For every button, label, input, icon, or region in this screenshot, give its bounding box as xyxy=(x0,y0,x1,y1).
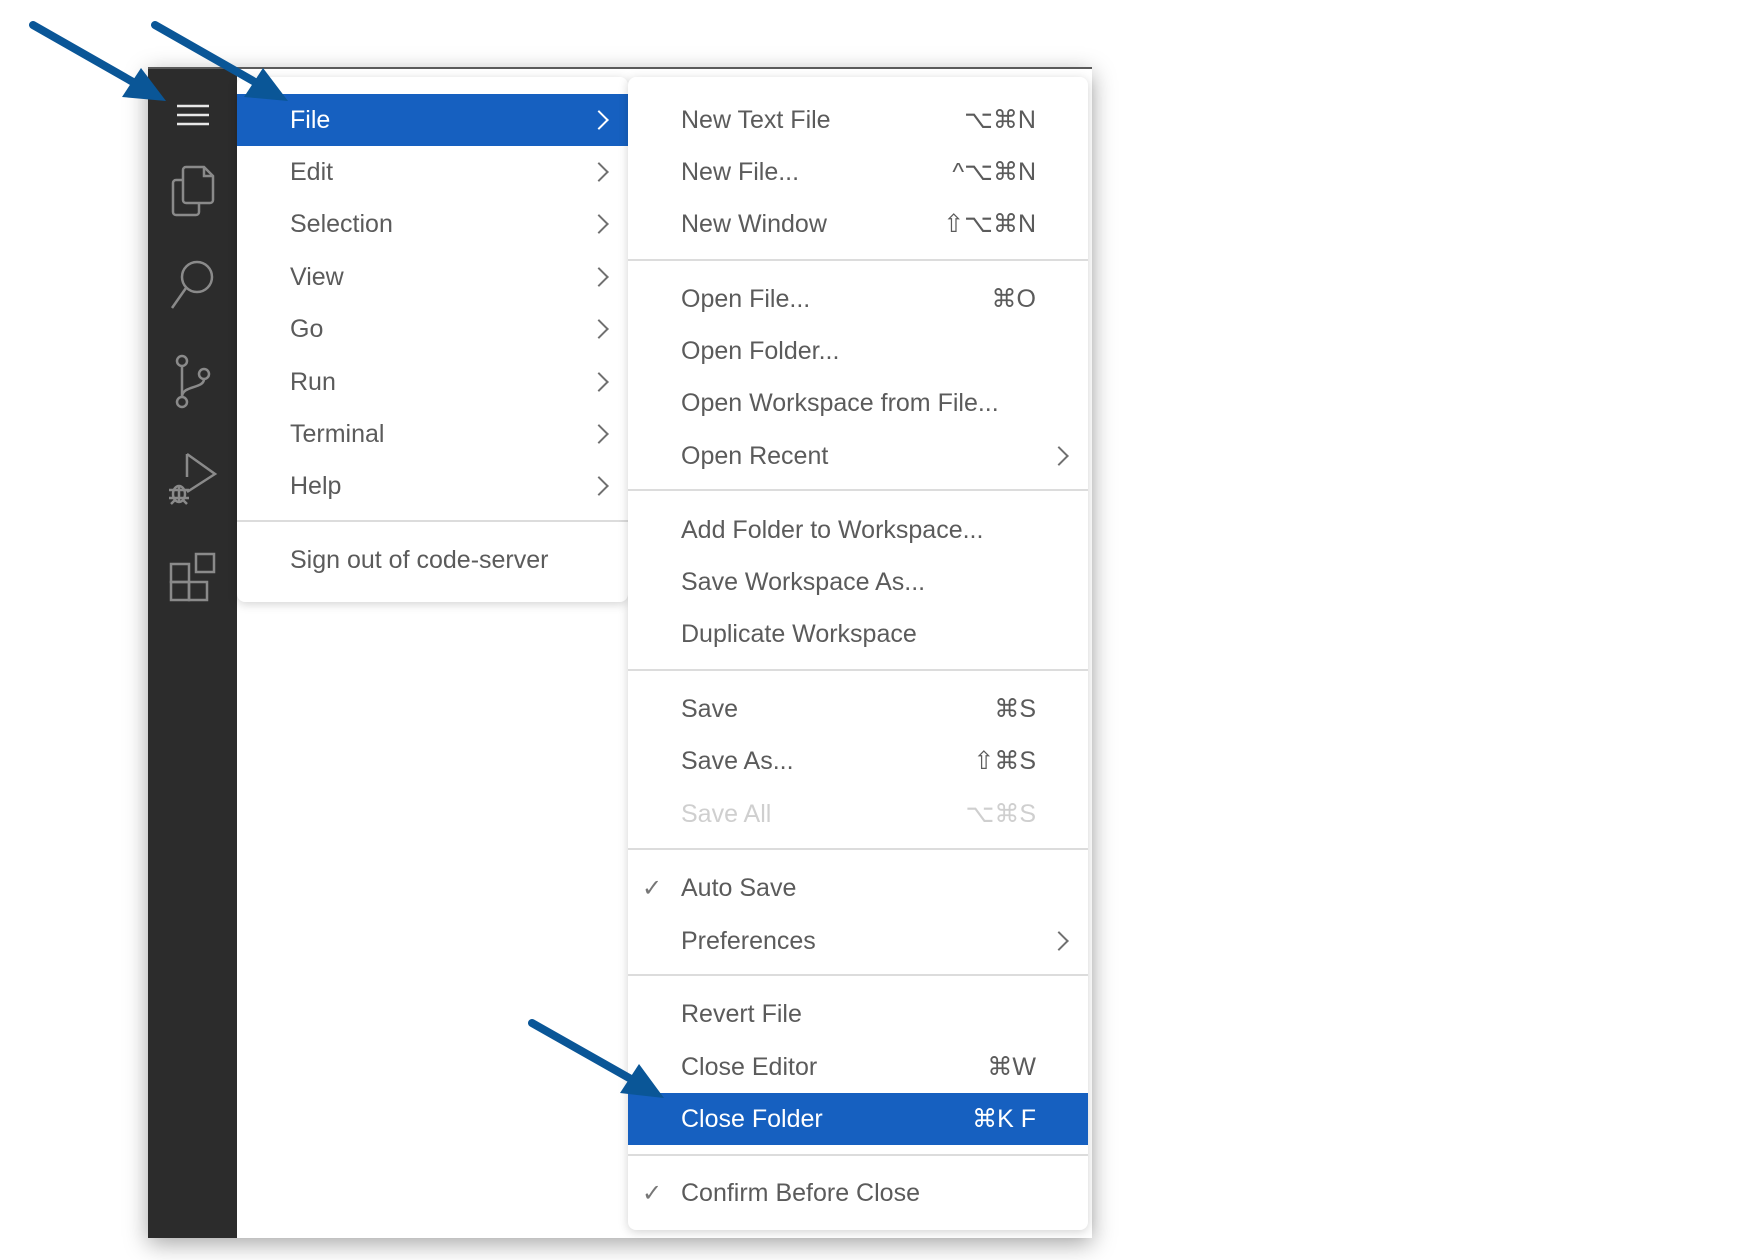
annotation-arrow-close-folder xyxy=(528,1019,664,1098)
annotation-arrow-menu xyxy=(29,21,166,101)
annotation-arrow-file xyxy=(151,21,288,101)
annotation-arrows xyxy=(29,21,664,1098)
